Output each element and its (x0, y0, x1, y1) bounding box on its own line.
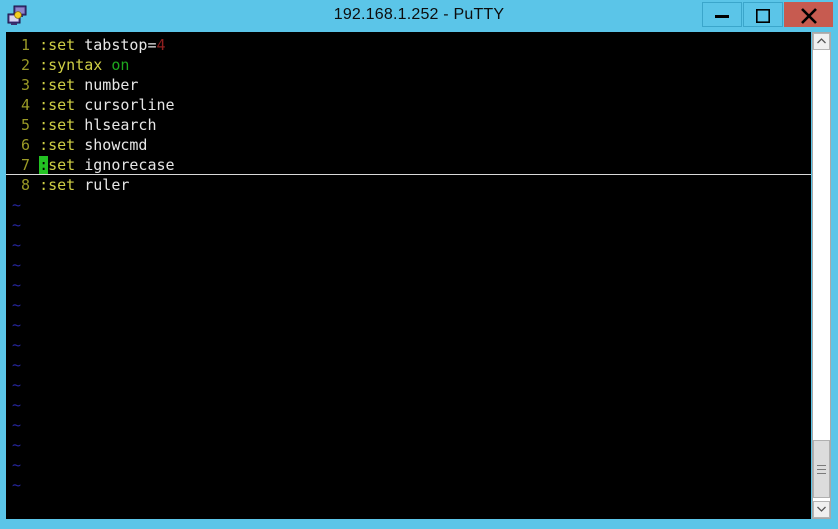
vim-status-line: ".vimrc" 9L, 109C 7,1 All (6, 497, 811, 519)
tilde-marker: ~ (12, 236, 22, 254)
tilde-marker: ~ (12, 396, 22, 414)
vim-keyword: :set (39, 36, 76, 54)
buffer-empty-line: ~ (6, 355, 811, 375)
minimize-button[interactable] (702, 2, 742, 27)
buffer-line: 6 :set showcmd (6, 135, 811, 155)
vim-keyword: :set (39, 76, 76, 94)
buffer-empty-line: ~ (6, 255, 811, 275)
tilde-marker: ~ (12, 216, 22, 234)
buffer-line: 3 :set number (6, 75, 811, 95)
vim-keyword: :syntax (39, 56, 103, 74)
vim-option: showcmd (75, 136, 148, 154)
vim-option: ruler (75, 176, 130, 194)
buffer-line: 4 :set cursorline (6, 95, 811, 115)
tilde-marker: ~ (12, 296, 22, 314)
close-icon (785, 8, 832, 24)
line-number: 2 (12, 56, 40, 74)
text-cursor: : (39, 156, 49, 174)
buffer-empty-line: ~ (6, 395, 811, 415)
scrollbar[interactable] (812, 32, 831, 519)
tilde-marker: ~ (12, 196, 22, 214)
vim-option: tabstop= (75, 36, 157, 54)
line-number: 3 (12, 76, 40, 94)
buffer-empty-line: ~ (6, 455, 811, 475)
tilde-marker: ~ (12, 256, 22, 274)
scrollbar-up-button[interactable] (813, 33, 830, 50)
line-number: 6 (12, 136, 40, 154)
vim-keyword: :set (39, 96, 76, 114)
tilde-marker: ~ (12, 376, 22, 394)
buffer-empty-line: ~ (6, 215, 811, 235)
buffer-empty-line: ~ (6, 375, 811, 395)
buffer-empty-line: ~ (6, 315, 811, 335)
chevron-up-icon (814, 38, 829, 44)
scrollbar-grip (814, 441, 829, 474)
tilde-marker: ~ (12, 276, 22, 294)
vim-keyword: :set (39, 116, 76, 134)
maximize-icon (744, 9, 782, 23)
scrollbar-down-button[interactable] (813, 501, 830, 518)
buffer-line: 7 :set ignorecase (6, 155, 811, 175)
buffer-empty-line: ~ (6, 475, 811, 495)
buffer-empty-line: ~ (6, 415, 811, 435)
vim-option: ignorecase (75, 156, 175, 174)
line-number: 7 (12, 156, 40, 174)
buffer-line: 2 :syntax on (6, 55, 811, 75)
maximize-button[interactable] (743, 2, 783, 27)
tilde-marker: ~ (12, 356, 22, 374)
tilde-marker: ~ (12, 336, 22, 354)
buffer-line: 5 :set hlsearch (6, 115, 811, 135)
minimize-icon (703, 15, 741, 18)
buffer-empty-line: ~ (6, 235, 811, 255)
tilde-marker: ~ (12, 316, 22, 334)
vim-option: number (75, 76, 139, 94)
line-number: 1 (12, 36, 40, 54)
vim-value: 4 (156, 36, 166, 54)
buffer-line: 1 :set tabstop=4 (6, 35, 811, 55)
buffer-empty-line: ~ (6, 335, 811, 355)
tilde-marker: ~ (12, 476, 22, 494)
vim-value: on (102, 56, 130, 74)
line-number: 4 (12, 96, 40, 114)
vim-keyword: :set (39, 136, 76, 154)
close-button[interactable] (784, 2, 833, 27)
tilde-marker: ~ (12, 436, 22, 454)
vim-option: hlsearch (75, 116, 157, 134)
buffer-empty-line: ~ (6, 435, 811, 455)
buffer-empty-line: ~ (6, 295, 811, 315)
terminal-screen[interactable]: 1 :set tabstop=4 2 :syntax on 3 :set num… (6, 32, 811, 519)
tilde-marker: ~ (12, 416, 22, 434)
chevron-down-icon (814, 506, 829, 512)
putty-window: 192.168.1.252 - PuTTY 1:set tabstop=4 2… (0, 0, 838, 529)
vim-keyword: :set (39, 176, 76, 194)
line-number: 5 (12, 116, 40, 134)
vim-keyword: set (48, 156, 76, 174)
vim-option: cursorline (75, 96, 175, 114)
vim-buffer: 1 :set tabstop=4 2 :syntax on 3 :set num… (6, 35, 811, 515)
buffer-line: 8 :set ruler (6, 175, 811, 195)
line-number: 8 (12, 176, 40, 194)
buffer-empty-line: ~ (6, 275, 811, 295)
scrollbar-thumb[interactable] (813, 440, 830, 498)
title-bar[interactable]: 192.168.1.252 - PuTTY (0, 0, 838, 29)
tilde-marker: ~ (12, 456, 22, 474)
buffer-empty-line: ~ (6, 195, 811, 215)
